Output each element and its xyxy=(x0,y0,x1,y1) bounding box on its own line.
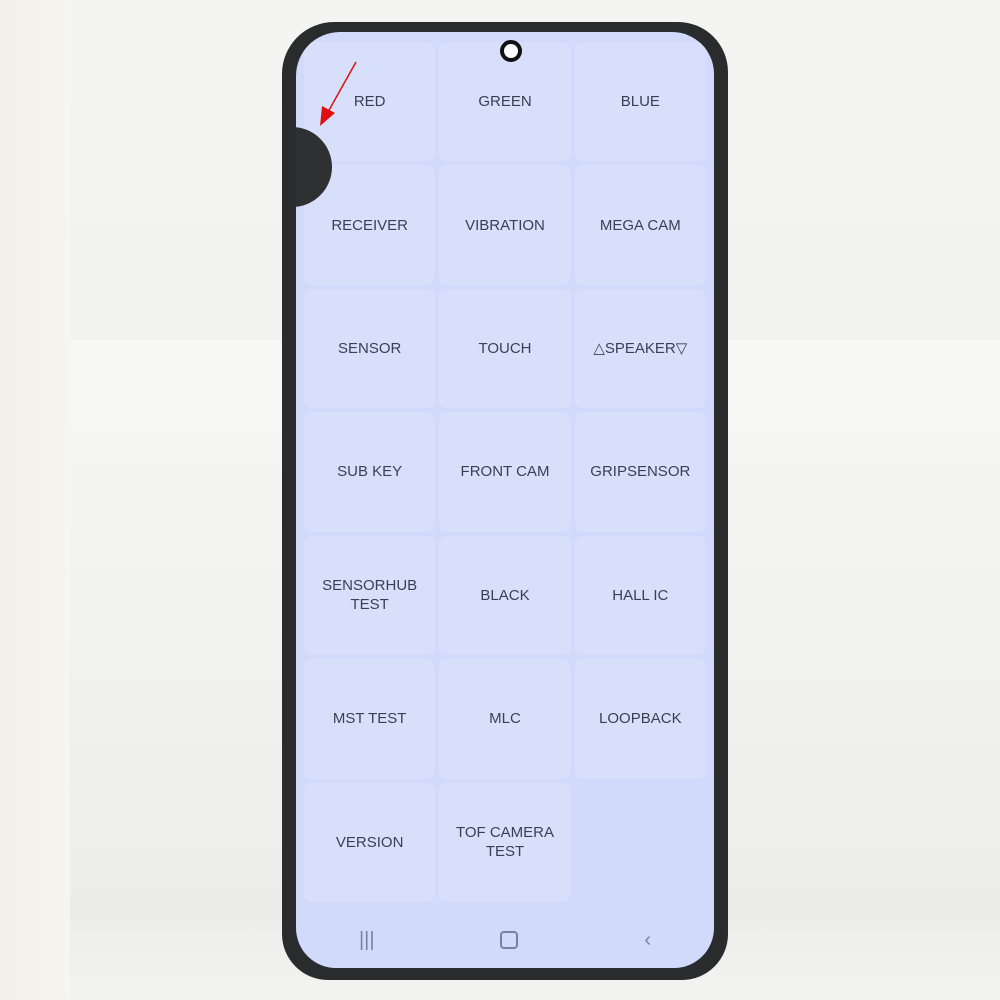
red-arrow-icon xyxy=(320,61,357,126)
test-tile-touch[interactable]: TOUCH xyxy=(439,288,571,409)
background-curtain xyxy=(0,0,70,1000)
test-menu-grid: RED GREEN BLUE RECEIVER VIBRATION MEGA CAM SEN… xyxy=(304,42,706,902)
test-tile-version[interactable]: VERSION xyxy=(304,782,436,902)
test-tile-mega-cam[interactable]: MEGA CAM xyxy=(574,165,706,285)
test-tile-vibration[interactable]: VIBRATION xyxy=(439,165,571,285)
test-tile-sensorhub-test[interactable]: SENSORHUB TEST xyxy=(304,535,436,656)
test-tile-blue[interactable]: BLUE xyxy=(574,42,706,162)
test-tile-front-cam[interactable]: FRONT CAM xyxy=(439,412,571,532)
test-tile-mst-test[interactable]: MST TEST xyxy=(304,659,436,779)
test-tile-sub-key[interactable]: SUB KEY xyxy=(304,412,436,532)
test-tile-mlc[interactable]: MLC xyxy=(439,659,571,779)
test-tile-sensor[interactable]: SENSOR xyxy=(304,288,436,409)
test-tile-speaker[interactable]: △SPEAKER▽ xyxy=(574,288,706,409)
test-tile-loopback[interactable]: LOOPBACK xyxy=(574,659,706,779)
navigation-bar: ||| ‹ xyxy=(296,920,714,960)
home-icon[interactable] xyxy=(500,931,519,949)
phone: RED GREEN BLUE RECEIVER VIBRATION MEGA CAM SEN… xyxy=(282,22,728,980)
back-icon[interactable]: ‹ xyxy=(644,929,651,952)
test-tile-gripsensor[interactable]: GRIPSENSOR xyxy=(574,412,706,532)
test-tile-hall-ic[interactable]: HALL IC xyxy=(574,535,706,656)
test-tile-black[interactable]: BLACK xyxy=(439,535,571,656)
screen: RED GREEN BLUE RECEIVER VIBRATION MEGA CAM SEN… xyxy=(296,32,714,968)
recents-icon[interactable]: ||| xyxy=(359,929,375,952)
empty-tile xyxy=(575,783,706,902)
front-camera-hole xyxy=(500,40,522,62)
test-tile-tof-camera-test[interactable]: TOF CAMERA TEST xyxy=(439,782,571,902)
